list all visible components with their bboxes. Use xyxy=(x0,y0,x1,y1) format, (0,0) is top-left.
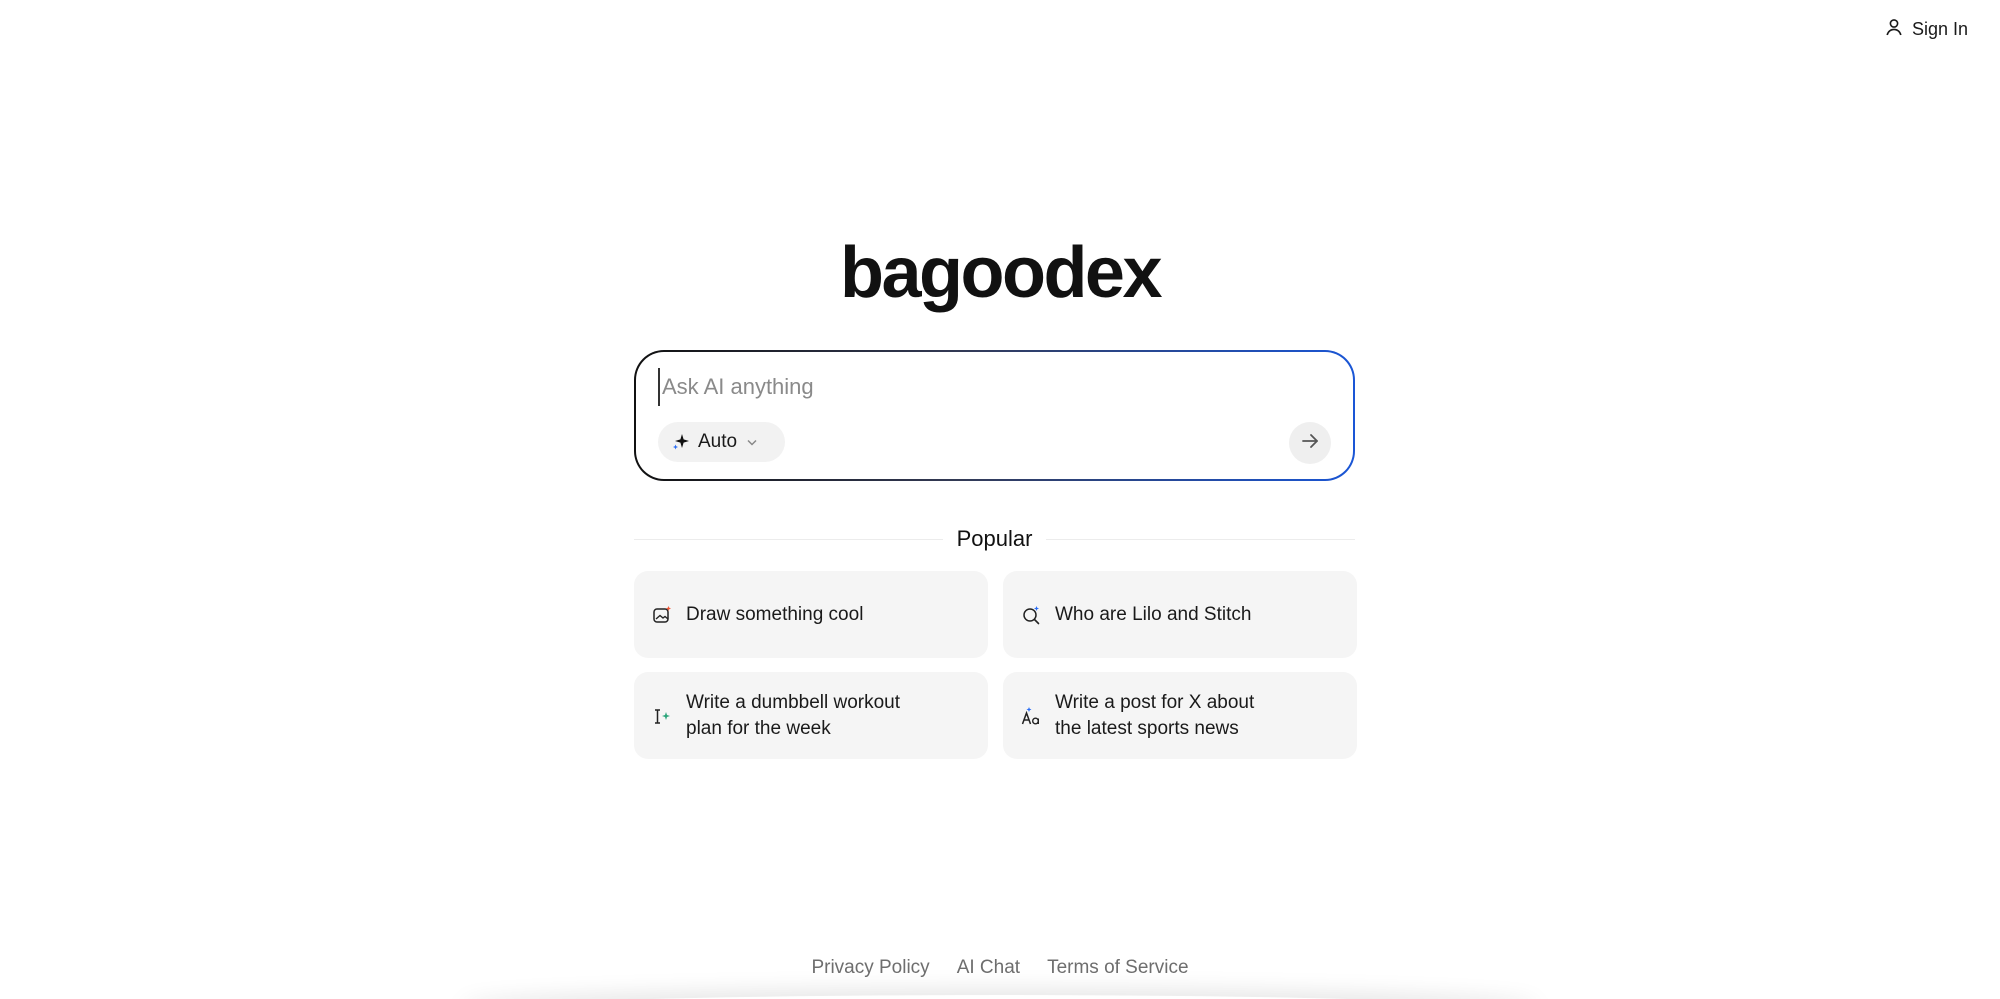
divider-line xyxy=(1046,538,1355,540)
send-button[interactable] xyxy=(1289,422,1331,464)
footer: Privacy Policy AI Chat Terms of Service xyxy=(0,957,2000,979)
sign-in-label: Sign In xyxy=(1911,19,1968,39)
sign-in-button[interactable]: Sign In xyxy=(1884,17,1968,42)
sparkle-icon xyxy=(672,433,690,451)
popular-card-label: Write a post for X about the latest spor… xyxy=(1055,691,1255,739)
mode-selector[interactable]: Auto xyxy=(658,422,785,462)
chevron-down-icon xyxy=(745,435,759,449)
popular-card-label: Draw something cool xyxy=(686,603,864,625)
popular-card-label: Who are Lilo and Stitch xyxy=(1055,603,1252,625)
text-cursor-sparkle-icon xyxy=(652,706,672,726)
arrow-right-icon xyxy=(1299,430,1321,457)
popular-card-workout[interactable]: Write a dumbbell workout plan for the we… xyxy=(634,672,988,759)
ai-chat-link[interactable]: AI Chat xyxy=(957,957,1020,979)
page: Sign In bagoodex Auto xyxy=(0,0,2000,999)
bottom-panel-shadow xyxy=(460,995,1540,999)
search-sparkle-icon xyxy=(1021,605,1041,625)
popular-card-x-post[interactable]: Write a post for X about the latest spor… xyxy=(1003,672,1357,759)
mode-label: Auto xyxy=(698,431,738,452)
search-box: Auto xyxy=(634,350,1355,481)
search-box-inner: Auto xyxy=(636,352,1353,479)
divider-line xyxy=(634,538,943,540)
privacy-policy-link[interactable]: Privacy Policy xyxy=(811,957,929,979)
logo: bagoodex xyxy=(839,233,1163,313)
popular-divider: Popular xyxy=(634,523,1355,555)
user-icon xyxy=(1884,17,1904,42)
terms-of-service-link[interactable]: Terms of Service xyxy=(1047,957,1188,979)
popular-card-lilo-stitch[interactable]: Who are Lilo and Stitch xyxy=(1003,571,1357,658)
popular-card-draw[interactable]: Draw something cool xyxy=(634,571,988,658)
popular-card-label: Write a dumbbell workout plan for the we… xyxy=(686,691,901,739)
image-sparkle-icon xyxy=(652,605,672,625)
search-input[interactable] xyxy=(658,368,1304,406)
popular-heading: Popular xyxy=(956,526,1033,551)
font-sparkle-icon xyxy=(1021,706,1041,726)
